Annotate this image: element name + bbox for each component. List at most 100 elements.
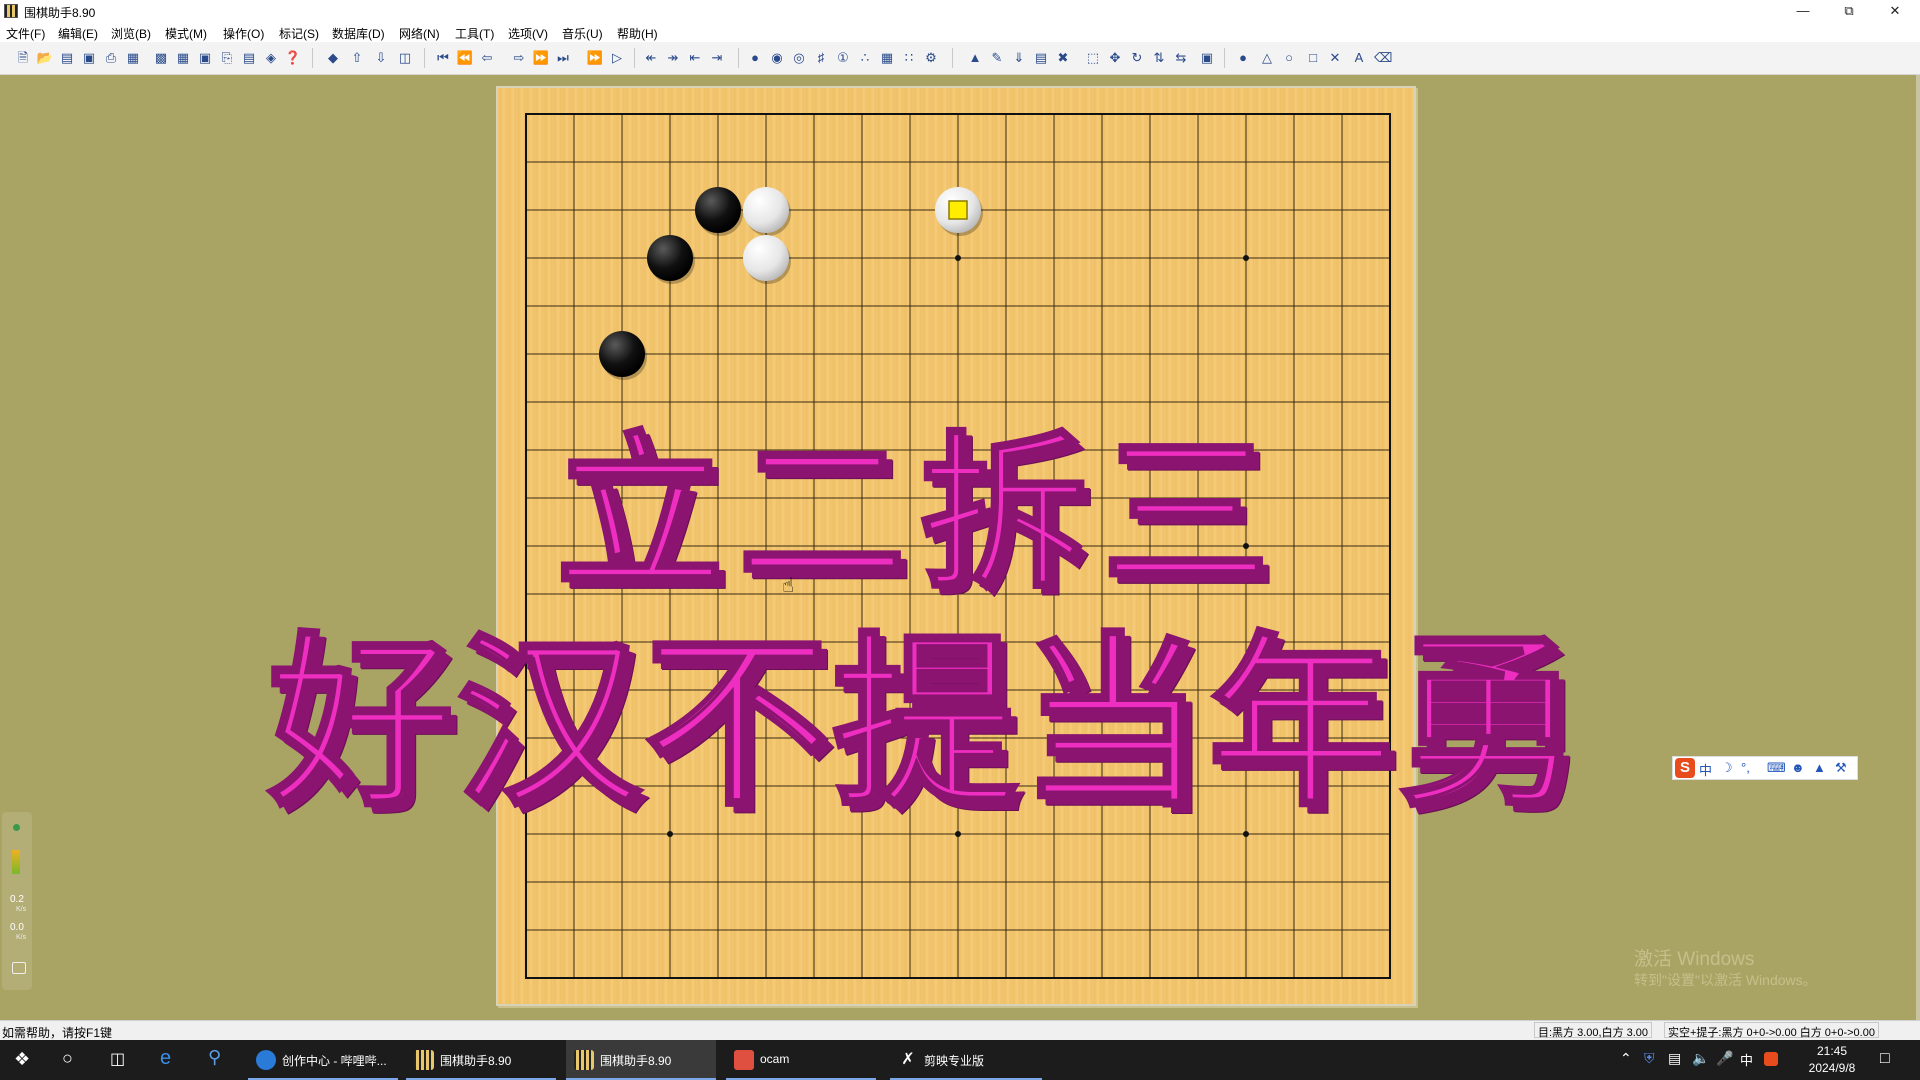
page-icon[interactable]: ▤ <box>1032 49 1050 67</box>
branch-prev-icon[interactable]: ↞ <box>642 49 660 67</box>
taskbar-clock[interactable]: 21:45 2024/9/8 <box>1794 1043 1870 1077</box>
paste-icon[interactable]: ▤ <box>240 49 258 67</box>
ime-toolbar[interactable]: S 中 ☽ °, ⌨ ☻ ▲ ⚒ <box>1672 756 1858 780</box>
delete-icon[interactable]: ✖ <box>1054 49 1072 67</box>
menu-network[interactable]: 网络(N) <box>399 25 440 42</box>
board-grid[interactable] <box>498 88 1414 1004</box>
swap-icon[interactable]: ⇆ <box>1172 49 1190 67</box>
wrench-icon[interactable]: ⚒ <box>1835 760 1847 776</box>
volume-icon[interactable]: 🔈 <box>1692 1050 1709 1067</box>
taskbar-item-ocam[interactable]: ocam <box>726 1040 876 1080</box>
select-region-icon[interactable]: ⬚ <box>1084 49 1102 67</box>
grid-view-icon[interactable]: ▦ <box>174 49 192 67</box>
eraser-icon[interactable]: ⌫ <box>1374 49 1392 67</box>
sogou-logo-icon[interactable]: S <box>1675 758 1695 778</box>
restore-button[interactable]: ⧉ <box>1826 0 1872 22</box>
stamp-icon[interactable]: ▲ <box>966 49 984 67</box>
copy-icon[interactable]: ⎘ <box>218 49 236 67</box>
menu-mode[interactable]: 模式(M) <box>165 25 207 42</box>
moon-icon[interactable]: ☽ <box>1721 760 1733 776</box>
first-move-icon[interactable]: ⏮ <box>434 49 452 67</box>
search-circle-icon[interactable]: ○ <box>62 1048 73 1069</box>
keyboard-icon[interactable]: ⌨ <box>1767 760 1786 776</box>
move-icon[interactable]: ✥ <box>1106 49 1124 67</box>
arrow-down-icon[interactable]: ⇩ <box>372 49 390 67</box>
menu-music[interactable]: 音乐(U) <box>562 25 603 42</box>
menu-database[interactable]: 数据库(D) <box>332 25 385 42</box>
edge-browser-icon[interactable]: e <box>160 1047 171 1070</box>
collapse-icon[interactable]: ◎ <box>790 49 808 67</box>
branch-next-icon[interactable]: ↠ <box>664 49 682 67</box>
sogou-tray-icon[interactable] <box>1764 1052 1778 1066</box>
board-grid-icon[interactable]: ▦ <box>878 49 896 67</box>
next-10-icon[interactable]: ⏩ <box>532 49 550 67</box>
square-icon[interactable]: □ <box>1304 49 1322 67</box>
cross-icon[interactable]: ✕ <box>1326 49 1344 67</box>
taskbar-item-jianying[interactable]: ✗ 剪映专业版 <box>890 1040 1042 1080</box>
taskbar-item-weiqi-1[interactable]: 围棋助手8.90 <box>406 1040 556 1080</box>
taskbar-item-bilibili[interactable]: 创作中心 - 哔哩哔... <box>248 1040 398 1080</box>
prev-10-icon[interactable]: ⏪ <box>456 49 474 67</box>
ime-indicator[interactable]: 中 <box>1740 1050 1753 1069</box>
triangle-icon[interactable]: △ <box>1258 49 1276 67</box>
open-file-icon[interactable]: 📂 <box>36 49 54 67</box>
minimize-button[interactable]: — <box>1780 0 1826 22</box>
menu-help[interactable]: 帮助(H) <box>617 25 658 42</box>
search-app-icon[interactable]: ⚲ <box>208 1047 221 1068</box>
settings-icon[interactable]: ⚙ <box>922 49 940 67</box>
play-icon[interactable]: ▷ <box>608 49 626 67</box>
book-icon[interactable]: ◆ <box>324 49 342 67</box>
folder-icon[interactable]: ◫ <box>396 49 414 67</box>
go-board[interactable] <box>496 86 1416 1006</box>
image-export-icon[interactable]: ▣ <box>196 49 214 67</box>
punctuation-icon[interactable]: °, <box>1741 760 1750 775</box>
shield-icon[interactable]: ⛨ <box>1644 1050 1655 1067</box>
print-preview-icon[interactable]: ▦ <box>124 49 142 67</box>
close-button[interactable]: ✕ <box>1872 0 1918 22</box>
letter-a-icon[interactable]: A <box>1350 49 1368 67</box>
next-move-icon[interactable]: ⇨ <box>510 49 528 67</box>
fast-forward-icon[interactable]: ⏩ <box>586 49 604 67</box>
network-icon[interactable]: ▤ <box>1668 1050 1681 1067</box>
notification-center-icon[interactable]: □ <box>1880 1050 1890 1068</box>
zoom-region-icon[interactable]: ▣ <box>1198 49 1216 67</box>
windows-start-icon[interactable]: ❖ <box>14 1049 30 1070</box>
task-view-icon[interactable]: ◫ <box>110 1049 125 1069</box>
flip-vertical-icon[interactable]: ⇅ <box>1150 49 1168 67</box>
save-icon[interactable]: ▣ <box>80 49 98 67</box>
user-icon[interactable]: ☻ <box>1791 760 1805 775</box>
variation-next-icon[interactable]: ⇥ <box>708 49 726 67</box>
analyze-icon[interactable]: ● <box>746 49 764 67</box>
rotate-icon[interactable]: ↻ <box>1128 49 1146 67</box>
menu-tools[interactable]: 工具(T) <box>455 25 494 42</box>
menu-options[interactable]: 选项(V) <box>508 25 548 42</box>
print-icon[interactable]: ⎙ <box>102 49 120 67</box>
prev-move-icon[interactable]: ⇦ <box>478 49 496 67</box>
last-move-icon[interactable]: ⏭ <box>554 49 572 67</box>
circle-icon[interactable]: ○ <box>1280 49 1298 67</box>
pen-icon[interactable]: ✎ <box>988 49 1006 67</box>
new-file-icon[interactable]: 🗎 <box>14 49 32 67</box>
black-stone-icon[interactable]: ● <box>1234 49 1252 67</box>
ime-mode-label[interactable]: 中 <box>1699 760 1712 779</box>
down-arrow-icon[interactable]: ⇓ <box>1010 49 1028 67</box>
group-icon[interactable]: ∴ <box>856 49 874 67</box>
diagram-icon[interactable]: ∷ <box>900 49 918 67</box>
stone-numbers-icon[interactable]: ① <box>834 49 852 67</box>
menu-edit[interactable]: 编辑(E) <box>58 25 98 42</box>
menu-mark[interactable]: 标记(S) <box>279 25 319 42</box>
microphone-icon[interactable]: 🎤 <box>1716 1050 1733 1067</box>
save-as-icon[interactable]: ▤ <box>58 49 76 67</box>
network-speed-widget[interactable]: 0.2 K/s 0.0 K/s <box>2 812 32 990</box>
expand-icon[interactable]: ◉ <box>768 49 786 67</box>
taskbar-item-weiqi-2[interactable]: 围棋助手8.90 <box>566 1040 716 1080</box>
menu-file[interactable]: 文件(F) <box>6 25 45 42</box>
shirt-icon[interactable]: ▲ <box>1813 760 1826 775</box>
menu-operate[interactable]: 操作(O) <box>223 25 264 42</box>
arrow-up-icon[interactable]: ⇧ <box>348 49 366 67</box>
move-number-icon[interactable]: ♯ <box>812 49 830 67</box>
help-icon[interactable]: ❓ <box>284 49 302 67</box>
show-hidden-icons-icon[interactable]: ⌃ <box>1620 1050 1632 1067</box>
menu-browse[interactable]: 浏览(B) <box>111 25 151 42</box>
variation-prev-icon[interactable]: ⇤ <box>686 49 704 67</box>
